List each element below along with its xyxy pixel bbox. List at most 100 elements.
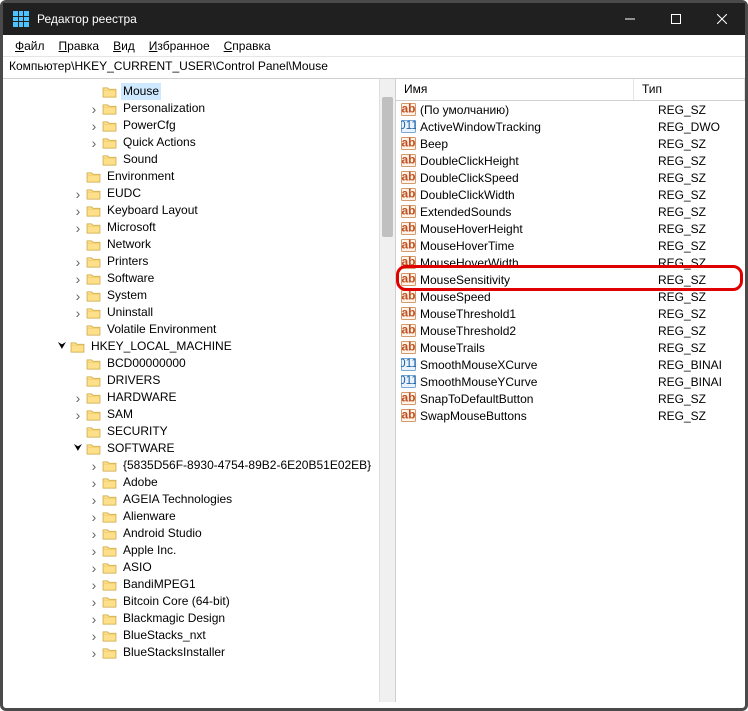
chevron-right-icon[interactable]: › <box>87 561 101 575</box>
chevron-right-icon[interactable]: › <box>87 119 101 133</box>
value-row[interactable]: abMouseSpeedREG_SZ <box>396 288 745 305</box>
tree-item[interactable]: ›HARDWARE <box>7 389 395 406</box>
tree-item[interactable]: ›Blackmagic Design <box>7 610 395 627</box>
tree-item[interactable]: ›BlueStacksInstaller <box>7 644 395 661</box>
tree-item[interactable]: ›EUDC <box>7 185 395 202</box>
menu-вид[interactable]: Вид <box>107 37 141 55</box>
menu-справка[interactable]: Справка <box>218 37 277 55</box>
tree-item[interactable]: Mouse <box>7 83 395 100</box>
tree-pane[interactable]: Mouse›Personalization›PowerCfg›Quick Act… <box>3 79 396 702</box>
chevron-right-icon[interactable]: › <box>71 204 85 218</box>
chevron-right-icon[interactable]: › <box>87 459 101 473</box>
close-button[interactable] <box>699 3 745 35</box>
chevron-right-icon[interactable]: › <box>87 578 101 592</box>
chevron-right-icon[interactable]: › <box>71 306 85 320</box>
value-row[interactable]: abMouseHoverHeightREG_SZ <box>396 220 745 237</box>
address-bar[interactable]: Компьютер\HKEY_CURRENT_USER\Control Pane… <box>3 57 745 79</box>
chevron-right-icon[interactable]: › <box>87 527 101 541</box>
chevron-right-icon[interactable]: › <box>87 646 101 660</box>
tree-item[interactable]: Environment <box>7 168 395 185</box>
tree-item[interactable]: ›BandiMPEG1 <box>7 576 395 593</box>
tree-item[interactable]: ⮟SOFTWARE <box>7 440 395 457</box>
chevron-right-icon[interactable]: › <box>87 544 101 558</box>
value-row[interactable]: abMouseSensitivityREG_SZ <box>396 271 745 288</box>
tree-item[interactable]: ›System <box>7 287 395 304</box>
menu-файл[interactable]: Файл <box>9 37 51 55</box>
tree-item[interactable]: ›Adobe <box>7 474 395 491</box>
tree-item[interactable]: SECURITY <box>7 423 395 440</box>
value-row[interactable]: abExtendedSoundsREG_SZ <box>396 203 745 220</box>
chevron-right-icon[interactable]: › <box>87 493 101 507</box>
tree-item[interactable]: ›SAM <box>7 406 395 423</box>
menu-правка[interactable]: Правка <box>53 37 106 55</box>
svg-text:ab: ab <box>401 290 415 303</box>
value-row[interactable]: abBeepREG_SZ <box>396 135 745 152</box>
value-row[interactable]: abMouseHoverWidthREG_SZ <box>396 254 745 271</box>
minimize-button[interactable] <box>607 3 653 35</box>
tree-item[interactable]: BCD00000000 <box>7 355 395 372</box>
tree-label: Network <box>105 236 153 253</box>
chevron-down-icon[interactable]: ⮟ <box>55 338 69 355</box>
value-row[interactable]: 011ActiveWindowTrackingREG_DWO <box>396 118 745 135</box>
value-row[interactable]: abMouseThreshold2REG_SZ <box>396 322 745 339</box>
chevron-right-icon[interactable]: › <box>87 102 101 116</box>
chevron-right-icon[interactable]: › <box>87 510 101 524</box>
tree-item[interactable]: Volatile Environment <box>7 321 395 338</box>
chevron-right-icon[interactable]: › <box>87 595 101 609</box>
tree-item[interactable]: ›Microsoft <box>7 219 395 236</box>
binary-value-icon: 011 <box>400 120 416 134</box>
value-row[interactable]: abDoubleClickHeightREG_SZ <box>396 152 745 169</box>
column-type[interactable]: Тип <box>634 79 745 100</box>
value-row[interactable]: 011SmoothMouseXCurveREG_BINAI <box>396 356 745 373</box>
chevron-right-icon[interactable]: › <box>71 255 85 269</box>
tree-item[interactable]: ›Quick Actions <box>7 134 395 151</box>
tree-item[interactable]: › Android Studio <box>7 525 395 542</box>
tree-item[interactable]: ›Apple Inc. <box>7 542 395 559</box>
chevron-right-icon[interactable]: › <box>71 187 85 201</box>
chevron-right-icon[interactable]: › <box>87 476 101 490</box>
tree-scrollbar[interactable] <box>379 79 395 702</box>
chevron-right-icon[interactable]: › <box>87 612 101 626</box>
tree-item[interactable]: ›Keyboard Layout <box>7 202 395 219</box>
tree-item[interactable]: ›Personalization <box>7 100 395 117</box>
chevron-right-icon[interactable]: › <box>71 289 85 303</box>
maximize-button[interactable] <box>653 3 699 35</box>
tree-item[interactable]: DRIVERS <box>7 372 395 389</box>
tree-item[interactable]: Network <box>7 236 395 253</box>
chevron-right-icon[interactable]: › <box>87 629 101 643</box>
menu-избранное[interactable]: Избранное <box>143 37 216 55</box>
value-row[interactable]: abMouseTrailsREG_SZ <box>396 339 745 356</box>
value-row[interactable]: ab(По умолчанию)REG_SZ <box>396 101 745 118</box>
tree-item[interactable]: ›Printers <box>7 253 395 270</box>
tree-item[interactable]: ›{5835D56F-8930-4754-89B2-6E20B51E02EB} <box>7 457 395 474</box>
tree-item[interactable]: Sound <box>7 151 395 168</box>
value-row[interactable]: abMouseHoverTimeREG_SZ <box>396 237 745 254</box>
tree-item[interactable]: ›PowerCfg <box>7 117 395 134</box>
tree-item[interactable]: ›Software <box>7 270 395 287</box>
value-row[interactable]: abSnapToDefaultButtonREG_SZ <box>396 390 745 407</box>
tree-item[interactable]: ›AGEIA Technologies <box>7 491 395 508</box>
value-row[interactable]: abDoubleClickSpeedREG_SZ <box>396 169 745 186</box>
tree-label: Alienware <box>121 508 178 525</box>
chevron-right-icon[interactable]: › <box>71 272 85 286</box>
value-row[interactable]: 011SmoothMouseYCurveREG_BINAI <box>396 373 745 390</box>
tree-item[interactable]: ⮟HKEY_LOCAL_MACHINE <box>7 338 395 355</box>
list-pane[interactable]: Имя Тип ab(По умолчанию)REG_SZ011ActiveW… <box>396 79 745 702</box>
value-row[interactable]: abMouseThreshold1REG_SZ <box>396 305 745 322</box>
column-name[interactable]: Имя <box>396 79 634 100</box>
tree-item[interactable]: ›Uninstall <box>7 304 395 321</box>
scroll-thumb[interactable] <box>382 97 393 237</box>
value-row[interactable]: abSwapMouseButtonsREG_SZ <box>396 407 745 424</box>
chevron-right-icon[interactable]: › <box>87 136 101 150</box>
tree-item[interactable]: › Alienware <box>7 508 395 525</box>
tree-item[interactable]: ›Bitcoin Core (64-bit) <box>7 593 395 610</box>
tree-label: Android Studio <box>121 525 204 542</box>
value-row[interactable]: abDoubleClickWidthREG_SZ <box>396 186 745 203</box>
chevron-right-icon[interactable]: › <box>71 408 85 422</box>
chevron-right-icon[interactable]: › <box>71 221 85 235</box>
tree-item[interactable]: ›ASIO <box>7 559 395 576</box>
chevron-right-icon[interactable]: › <box>71 391 85 405</box>
tree-item[interactable]: ›BlueStacks_nxt <box>7 627 395 644</box>
chevron-down-icon[interactable]: ⮟ <box>71 440 85 457</box>
titlebar[interactable]: Редактор реестра <box>3 3 745 35</box>
